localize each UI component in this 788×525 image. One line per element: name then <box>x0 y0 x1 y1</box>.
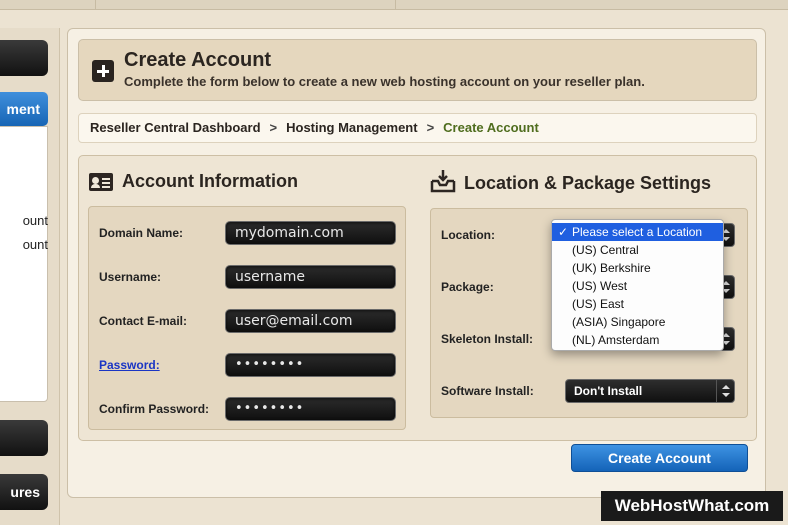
username-label: Username: <box>99 270 162 284</box>
breadcrumb-hosting-management[interactable]: Hosting Management <box>286 120 417 135</box>
email-field[interactable]: user@email.com <box>225 309 396 333</box>
page-subtitle: Complete the form below to create a new … <box>124 74 645 89</box>
sidebar-item-active[interactable]: ment <box>0 92 48 126</box>
location-option[interactable]: (US) East <box>552 295 723 313</box>
domain-label: Domain Name: <box>99 226 184 240</box>
software-install-label: Software Install: <box>441 384 534 398</box>
confirm-password-field[interactable]: •••••••• <box>225 397 396 421</box>
confirm-password-label: Confirm Password: <box>99 402 210 416</box>
password-link[interactable]: Password: <box>99 358 160 372</box>
software-install-value: Don't Install <box>574 384 643 398</box>
page-title: Create Account <box>124 49 272 71</box>
software-install-select[interactable]: Don't Install <box>565 379 735 403</box>
location-option[interactable]: (US) West <box>552 277 723 295</box>
account-info-form: Domain Name: mydomain.com Username: user… <box>88 206 406 430</box>
package-label: Package: <box>441 280 494 294</box>
username-field[interactable]: username <box>225 265 396 289</box>
location-option[interactable]: (UK) Berkshire <box>552 259 723 277</box>
sidebar: ment ount ount ures <box>0 28 60 525</box>
watermark: WebHostWhat.com <box>601 491 783 521</box>
account-info-title: Account Information <box>122 171 298 191</box>
sidebar-subitem[interactable]: ount <box>23 237 48 252</box>
email-label: Contact E-mail: <box>99 314 188 328</box>
location-label: Location: <box>441 228 495 242</box>
breadcrumb-separator: > <box>269 120 278 135</box>
breadcrumb-current: Create Account <box>443 120 539 135</box>
breadcrumb-separator: > <box>426 120 435 135</box>
location-dropdown-menu: ✓ Please select a Location (US) Central (… <box>551 219 724 351</box>
select-arrows-icon <box>716 380 734 402</box>
id-card-icon <box>89 173 113 191</box>
breadcrumb: Reseller Central Dashboard > Hosting Manag… <box>78 113 757 143</box>
sidebar-subitem[interactable]: ount <box>23 213 48 228</box>
plus-icon <box>92 60 114 82</box>
location-option[interactable]: ✓ Please select a Location <box>552 223 723 241</box>
inbox-download-icon <box>430 170 456 193</box>
location-option[interactable]: (US) Central <box>552 241 723 259</box>
domain-field[interactable]: mydomain.com <box>225 221 396 245</box>
top-tab[interactable] <box>96 0 396 10</box>
password-field[interactable]: •••••••• <box>225 353 396 377</box>
sidebar-item-top[interactable] <box>0 40 48 76</box>
top-tab[interactable] <box>0 0 96 10</box>
checkmark-icon: ✓ <box>558 225 569 239</box>
sidebar-subpanel: ount ount <box>0 126 48 402</box>
page-header: Create Account Complete the form below t… <box>78 39 757 101</box>
create-account-button[interactable]: Create Account <box>571 444 748 472</box>
top-strip <box>0 0 788 10</box>
skeleton-install-label: Skeleton Install: <box>441 332 534 346</box>
location-option[interactable]: (NL) Amsterdam <box>552 331 723 349</box>
sidebar-item-bottom-1[interactable] <box>0 420 48 456</box>
location-option[interactable]: (ASIA) Singapore <box>552 313 723 331</box>
sidebar-item-bottom-2[interactable]: ures <box>0 474 48 510</box>
location-settings-title: Location & Package Settings <box>464 173 712 193</box>
breadcrumb-dashboard[interactable]: Reseller Central Dashboard <box>90 120 261 135</box>
